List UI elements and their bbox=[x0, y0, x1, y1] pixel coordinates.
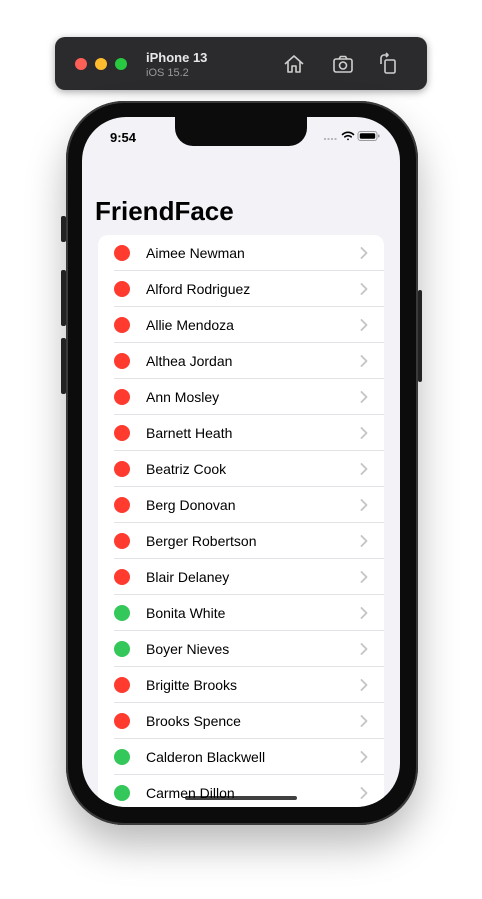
friend-name: Allie Mendoza bbox=[146, 317, 234, 333]
chevron-right-icon bbox=[360, 391, 368, 403]
minimize-window-button[interactable] bbox=[95, 58, 107, 70]
friend-name: Ann Mosley bbox=[146, 389, 220, 405]
chevron-right-icon bbox=[360, 535, 368, 547]
status-dot-icon bbox=[114, 461, 130, 477]
navigation-title: FriendFace bbox=[95, 196, 234, 226]
friend-row[interactable]: Alford Rodriguez bbox=[98, 271, 384, 307]
friend-name: Aimee Newman bbox=[146, 245, 245, 261]
status-dot-icon bbox=[114, 281, 130, 297]
battery-icon bbox=[357, 131, 380, 141]
notch bbox=[175, 117, 307, 146]
friend-row[interactable]: Althea Jordan bbox=[98, 343, 384, 379]
friend-name: Berg Donovan bbox=[146, 497, 236, 513]
home-icon bbox=[284, 55, 304, 73]
friend-row[interactable]: Blair Delaney bbox=[98, 559, 384, 595]
os-version: iOS 15.2 bbox=[146, 67, 189, 79]
cellular-signal-icon bbox=[324, 138, 337, 140]
screenshot-button[interactable] bbox=[331, 52, 355, 76]
status-time: 9:54 bbox=[110, 130, 137, 145]
status-dot-icon bbox=[114, 353, 130, 369]
close-window-button[interactable] bbox=[75, 58, 87, 70]
friend-name: Bonita White bbox=[146, 605, 226, 621]
friend-row[interactable]: Ann Mosley bbox=[98, 379, 384, 415]
wifi-icon bbox=[341, 131, 355, 141]
chevron-right-icon bbox=[360, 679, 368, 691]
screenshot-icon bbox=[333, 55, 353, 73]
simulator-toolbar: iPhone 13 iOS 15.2 bbox=[55, 37, 427, 90]
friend-row[interactable]: Allie Mendoza bbox=[98, 307, 384, 343]
friend-name: Blair Delaney bbox=[146, 569, 230, 585]
friend-name: Barnett Heath bbox=[146, 425, 233, 441]
friend-row[interactable]: Brooks Spence bbox=[98, 703, 384, 739]
status-dot-icon bbox=[114, 497, 130, 513]
status-dot-icon bbox=[114, 425, 130, 441]
friend-row[interactable]: Aimee Newman bbox=[98, 235, 384, 271]
home-button[interactable] bbox=[282, 52, 306, 76]
friend-name: Brigitte Brooks bbox=[146, 677, 238, 693]
friend-row[interactable]: Calderon Blackwell bbox=[98, 739, 384, 775]
chevron-right-icon bbox=[360, 787, 368, 799]
friend-name: Calderon Blackwell bbox=[146, 749, 266, 765]
chevron-right-icon bbox=[360, 355, 368, 367]
rotate-icon bbox=[380, 52, 396, 74]
chevron-right-icon bbox=[360, 247, 368, 259]
status-dot-icon bbox=[114, 533, 130, 549]
status-dot-icon bbox=[114, 317, 130, 333]
status-dot-icon bbox=[114, 713, 130, 729]
friend-row[interactable]: Berg Donovan bbox=[98, 487, 384, 523]
phone-screen: 9:54 FriendFace Aimee Newman Alford Rodri… bbox=[82, 117, 400, 807]
device-name: iPhone 13 bbox=[146, 50, 208, 65]
chevron-right-icon bbox=[360, 463, 368, 475]
chevron-right-icon bbox=[360, 319, 368, 331]
status-dot-icon bbox=[114, 677, 130, 693]
rotate-button[interactable] bbox=[376, 52, 400, 76]
chevron-right-icon bbox=[360, 715, 368, 727]
chevron-right-icon bbox=[360, 283, 368, 295]
status-dot-icon bbox=[114, 605, 130, 621]
status-indicators bbox=[324, 130, 380, 142]
friend-row[interactable]: Barnett Heath bbox=[98, 415, 384, 451]
chevron-right-icon bbox=[360, 571, 368, 583]
chevron-right-icon bbox=[360, 427, 368, 439]
status-dot-icon bbox=[114, 749, 130, 765]
status-dot-icon bbox=[114, 389, 130, 405]
chevron-right-icon bbox=[360, 607, 368, 619]
friend-name: Althea Jordan bbox=[146, 353, 233, 369]
chevron-right-icon bbox=[360, 643, 368, 655]
friend-name: Beatriz Cook bbox=[146, 461, 227, 477]
friend-row[interactable]: Beatriz Cook bbox=[98, 451, 384, 487]
chevron-right-icon bbox=[360, 751, 368, 763]
friend-name: Brooks Spence bbox=[146, 713, 241, 729]
friend-list: Aimee Newman Alford Rodriguez Allie Mendoz… bbox=[98, 235, 384, 807]
status-dot-icon bbox=[114, 785, 130, 801]
zoom-window-button[interactable] bbox=[115, 58, 127, 70]
friend-row[interactable]: Brigitte Brooks bbox=[98, 667, 384, 703]
power-button bbox=[418, 290, 422, 382]
friend-name: Berger Robertson bbox=[146, 533, 257, 549]
friend-name: Alford Rodriguez bbox=[146, 281, 251, 297]
friend-row[interactable]: Bonita White bbox=[98, 595, 384, 631]
status-dot-icon bbox=[114, 245, 130, 261]
status-dot-icon bbox=[114, 641, 130, 657]
home-indicator[interactable] bbox=[185, 796, 297, 800]
friend-name: Boyer Nieves bbox=[146, 641, 230, 657]
friend-row[interactable]: Boyer Nieves bbox=[98, 631, 384, 667]
friend-row[interactable]: Berger Robertson bbox=[98, 523, 384, 559]
friend-row[interactable]: Carmen Dillon bbox=[98, 775, 384, 807]
status-dot-icon bbox=[114, 569, 130, 585]
chevron-right-icon bbox=[360, 499, 368, 511]
